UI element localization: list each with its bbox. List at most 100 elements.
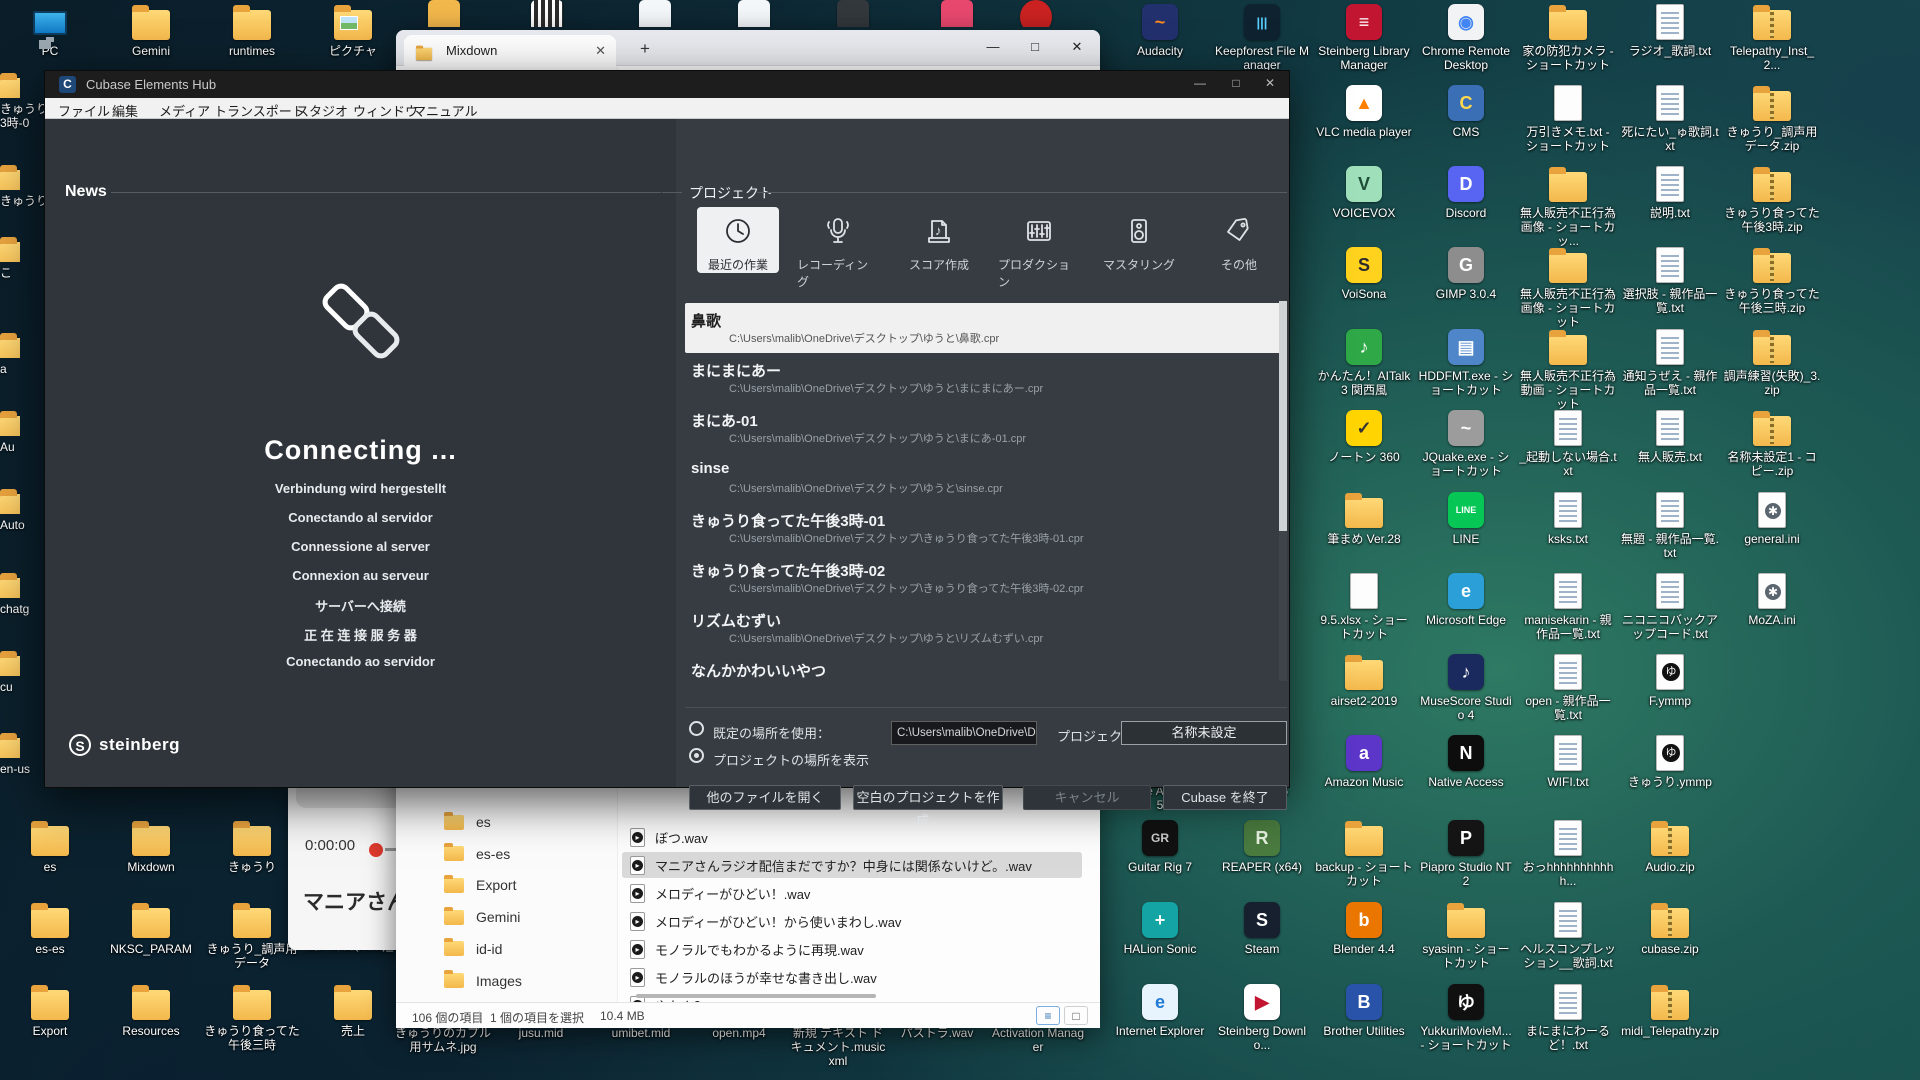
desktop-icon[interactable]: ksks.txt — [1518, 491, 1618, 546]
tree-folder-Gemini[interactable]: Gemini — [444, 903, 520, 931]
tree-folder-es-es[interactable]: es-es — [444, 840, 510, 868]
desktop-icon[interactable]: PPiapro Studio NT2 — [1416, 819, 1516, 888]
desktop-icon[interactable]: bBlender 4.4 — [1314, 901, 1414, 956]
menu-3[interactable]: トランスポート — [214, 101, 305, 120]
horizontal-scrollbar[interactable] — [636, 994, 876, 998]
menu-1[interactable]: 編集 — [112, 101, 138, 120]
desktop-icon[interactable]: VVOICEVOX — [1314, 165, 1414, 220]
desktop-icon[interactable]: ゆF.ymmp — [1620, 653, 1720, 708]
desktop-icon[interactable]: まにまにわーるど！.txt — [1518, 983, 1618, 1052]
desktop-icon[interactable]: ヘルスコンプレッション__歌詞.txt — [1518, 901, 1618, 970]
desktop-icon[interactable]: open - 親作品一覧.txt — [1518, 653, 1618, 722]
explorer-minimize-button[interactable]: — — [978, 39, 1008, 54]
desktop-icon[interactable]: 家の防犯カメラ - ショートカット — [1518, 3, 1618, 72]
desktop-icon-partial[interactable]: きゅうり食 — [0, 164, 44, 208]
desktop-icon[interactable]: aAmazon Music — [1314, 734, 1414, 789]
desktop-icon-partial[interactable]: Auto — [0, 488, 44, 532]
desktop-icon[interactable]: 無人販売.txt — [1620, 409, 1720, 464]
desktop-icon[interactable]: 選択肢 - 親作品一覧.txt — [1620, 246, 1720, 315]
view-list-toggle[interactable]: ≡ — [1036, 1006, 1060, 1025]
desktop-icon[interactable]: 無題 - 親作品一覧.txt — [1620, 491, 1720, 560]
category-mic[interactable]: レコーディング — [797, 207, 879, 273]
desktop-icon[interactable]: ✱general.ini — [1722, 491, 1822, 546]
desktop-icon[interactable]: きゅうり_調声用データ.zip — [1722, 84, 1822, 153]
desktop-icon[interactable]: 万引きメモ.txt - ショートカット — [1518, 84, 1618, 153]
desktop-icon[interactable]: LINELINE — [1416, 491, 1516, 546]
desktop-icon[interactable]: GRGuitar Rig 7 — [1110, 819, 1210, 874]
cubase-minimize-button[interactable]: — — [1185, 76, 1215, 90]
desktop-icon[interactable]: きゅうり食ってた午後三時 — [202, 983, 302, 1052]
recent-list-scrollbar[interactable] — [1279, 301, 1287, 681]
desktop-icon[interactable]: ピクチャ — [303, 3, 403, 58]
desktop-icon[interactable]: _起動しない場合.txt — [1518, 409, 1618, 478]
desktop-icon[interactable]: es — [0, 819, 100, 874]
desktop-icon-partial[interactable]: きゅうり食 3時-0 — [0, 72, 44, 130]
tree-folder-Export[interactable]: Export — [444, 871, 516, 899]
desktop-icon[interactable]: PC — [0, 3, 100, 58]
desktop-icon-partial[interactable]: Au — [0, 410, 44, 454]
desktop-icon[interactable]: 筆まめ Ver.28 — [1314, 491, 1414, 546]
desktop-icon-partial[interactable]: chatg — [0, 572, 44, 616]
menu-4[interactable]: スタジオ — [296, 101, 348, 120]
desktop-icon[interactable]: ゆきゅうり.ymmp — [1620, 734, 1720, 789]
tree-folder-es[interactable]: es — [444, 808, 491, 836]
desktop-icon[interactable]: BBrother Utilities — [1314, 983, 1414, 1038]
desktop-icon[interactable]: Export — [0, 983, 100, 1038]
menu-5[interactable]: ウィンドウ — [353, 101, 418, 120]
desktop-icon[interactable]: ≡Steinberg Library Manager — [1314, 3, 1414, 72]
tab-close-icon[interactable]: ✕ — [595, 43, 606, 59]
desktop-icon[interactable]: syasinn - ショートカット — [1416, 901, 1516, 970]
desktop-icon[interactable]: 無人販売不正行為動画 - ショートカット — [1518, 328, 1618, 411]
desktop-icon[interactable]: SVoiSona — [1314, 246, 1414, 301]
radio-show-project-location[interactable] — [689, 748, 704, 763]
desktop-icon[interactable]: Gemini — [101, 3, 201, 58]
button-3[interactable]: Cubase を終了 — [1163, 785, 1287, 810]
desktop-icon[interactable]: 死にたい_ゅ歌詞.txt — [1620, 84, 1720, 153]
file-row[interactable]: ぼつ.wav — [622, 824, 1082, 850]
desktop-icon[interactable]: 無人販売不正行為画像 - ショートカッ... — [1518, 165, 1618, 248]
category-tag[interactable]: その他 — [1198, 207, 1280, 273]
file-row[interactable]: モノラルのほうが幸せな書き出し.wav — [622, 964, 1082, 990]
file-row[interactable]: メロディーがひどい！から使いまわし.wav — [622, 908, 1082, 934]
desktop-icon[interactable]: おっhhhhhhhhhhh... — [1518, 819, 1618, 888]
media-icon[interactable] — [636, 0, 674, 27]
keys-icon[interactable] — [528, 0, 566, 27]
cubase-close-button[interactable]: ✕ — [1255, 76, 1285, 90]
desktop-icon[interactable]: 名称未設定1 - コピー.zip — [1722, 409, 1822, 478]
desktop-icon[interactable]: airset2-2019 — [1314, 653, 1414, 708]
project-name-field[interactable]: 名称未設定 — [1121, 721, 1287, 745]
desktop-icon[interactable]: NKSC_PARAM — [101, 901, 201, 956]
desktop-icon[interactable]: runtimes — [202, 3, 302, 58]
film-icon[interactable] — [834, 0, 872, 27]
menu-2[interactable]: メディア — [159, 101, 210, 120]
recent-project-row[interactable]: 鼻歌C:\Users\malib\OneDrive\デスクトップ\ゆうと\鼻歌.… — [685, 303, 1287, 353]
explorer-maximize-button[interactable]: □ — [1020, 39, 1050, 54]
desktop-icon[interactable]: ◉Chrome Remote Desktop — [1416, 3, 1516, 72]
desktop-icon[interactable]: midi_Telepathy.zip — [1620, 983, 1720, 1038]
desktop-icon-partial[interactable]: こ — [0, 236, 44, 280]
recent-project-row[interactable]: sinseC:\Users\malib\OneDrive\デスクトップ\ゆうと\… — [685, 453, 1287, 503]
file-row[interactable]: モノラルでもわかるように再現.wav — [622, 936, 1082, 962]
folder-icon[interactable] — [425, 0, 463, 27]
radio-use-default-location[interactable] — [689, 721, 704, 736]
view-icons-toggle[interactable]: □ — [1064, 1006, 1088, 1025]
desktop-icon[interactable]: ✓ノートン 360 — [1314, 409, 1414, 464]
explorer-close-button[interactable]: ✕ — [1062, 39, 1092, 55]
desktop-icon[interactable]: Resources — [101, 983, 201, 1038]
desktop-icon-partial[interactable]: cu — [0, 650, 44, 694]
button-2[interactable]: キャンセル — [1023, 785, 1151, 810]
record-icon[interactable] — [369, 843, 383, 857]
desktop-icon[interactable]: manisekarin - 親作品一覧.txt — [1518, 572, 1618, 641]
desktop-icon[interactable]: cubase.zip — [1620, 901, 1720, 956]
mini-audio-player[interactable]: 0:00:00 マニアさんラ — [288, 786, 404, 950]
desktop-icon[interactable]: きゅうり食ってた午後三時.zip — [1722, 246, 1822, 315]
desktop-icon[interactable]: RREAPER (x64) — [1212, 819, 1312, 874]
music-icon[interactable] — [938, 0, 976, 27]
desktop-icon[interactable]: SSteam — [1212, 901, 1312, 956]
desktop-icon-partial[interactable]: en-us — [0, 732, 44, 776]
desktop-icon[interactable]: ゆYukkuriMovieM... - ショートカット — [1416, 983, 1516, 1052]
desktop-icon[interactable]: 調声練習(失敗)_3.zip — [1722, 328, 1822, 397]
desktop-icon[interactable]: ♪MuseScore Studio 4 — [1416, 653, 1516, 722]
desktop-icon[interactable]: 通知うぜえ - 親作品一覧.txt — [1620, 328, 1720, 397]
desktop-icon[interactable]: eInternet Explorer — [1110, 983, 1210, 1038]
